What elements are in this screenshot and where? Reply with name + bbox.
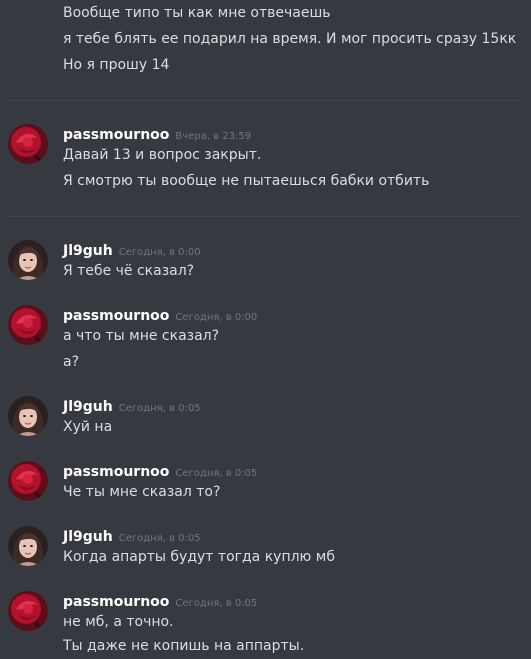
- username[interactable]: passmournoo: [63, 594, 169, 610]
- message-divider: [8, 100, 523, 101]
- message-text: не мб, а точно.: [63, 614, 174, 630]
- message-line: Вообще типо ты как мне отвечаешь: [63, 5, 331, 21]
- message-header: Jl9guh Сегодня, в 0:05: [63, 526, 201, 545]
- message-text: а что ты мне сказал?: [63, 328, 220, 344]
- message-text: Че ты мне сказал то?: [63, 484, 221, 500]
- chat-log: Вообще типо ты как мне отвечаешь я тебе …: [0, 0, 531, 659]
- message-divider: [8, 216, 523, 217]
- message-header: Jl9guh Сегодня, в 0:05: [63, 396, 201, 415]
- username[interactable]: passmournoo: [63, 308, 169, 324]
- timestamp[interactable]: Сегодня, в 0:00: [119, 247, 201, 258]
- red-rose-avatar-icon[interactable]: [8, 124, 48, 164]
- timestamp[interactable]: Сегодня, в 0:00: [175, 312, 257, 323]
- message-text: Хуй на: [63, 419, 113, 435]
- username[interactable]: passmournoo: [63, 464, 169, 480]
- message-text: Я смотрю ты вообще не пытаешься бабки от…: [63, 173, 430, 189]
- message-text: а?: [63, 354, 80, 370]
- girl-portrait-avatar-icon[interactable]: [8, 526, 48, 566]
- username[interactable]: Jl9guh: [63, 529, 113, 545]
- message-header: passmournoo Сегодня, в 0:05: [63, 591, 257, 610]
- username[interactable]: Jl9guh: [63, 399, 113, 415]
- red-rose-avatar-icon[interactable]: [8, 461, 48, 501]
- timestamp[interactable]: Сегодня, в 0:05: [119, 533, 201, 544]
- username[interactable]: passmournoo: [63, 127, 169, 143]
- message-line: Но я прошу 14: [63, 57, 170, 73]
- timestamp[interactable]: Вчера, в 23:59: [175, 131, 251, 142]
- message-text: Ты даже не копишь на аппарты.: [63, 638, 305, 654]
- username[interactable]: Jl9guh: [63, 243, 113, 259]
- message-header: passmournoo Сегодня, в 0:05: [63, 461, 257, 480]
- timestamp[interactable]: Сегодня, в 0:05: [175, 468, 257, 479]
- timestamp[interactable]: Сегодня, в 0:05: [175, 598, 257, 609]
- girl-portrait-avatar-icon[interactable]: [8, 240, 48, 280]
- red-rose-avatar-icon[interactable]: [8, 305, 48, 345]
- red-rose-avatar-icon[interactable]: [8, 591, 48, 631]
- girl-portrait-avatar-icon[interactable]: [8, 396, 48, 436]
- message-header: passmournoo Вчера, в 23:59: [63, 124, 251, 143]
- message-text: Когда апарты будут тогда куплю мб: [63, 549, 335, 565]
- message-header: passmournoo Сегодня, в 0:00: [63, 305, 257, 324]
- message-text: Давай 13 и вопрос закрыт.: [63, 147, 262, 163]
- message-header: Jl9guh Сегодня, в 0:00: [63, 240, 201, 259]
- message-text: Я тебе чё сказал?: [63, 263, 195, 279]
- message-line: я тебе блять ее подарил на время. И мог …: [63, 31, 517, 47]
- timestamp[interactable]: Сегодня, в 0:05: [119, 403, 201, 414]
